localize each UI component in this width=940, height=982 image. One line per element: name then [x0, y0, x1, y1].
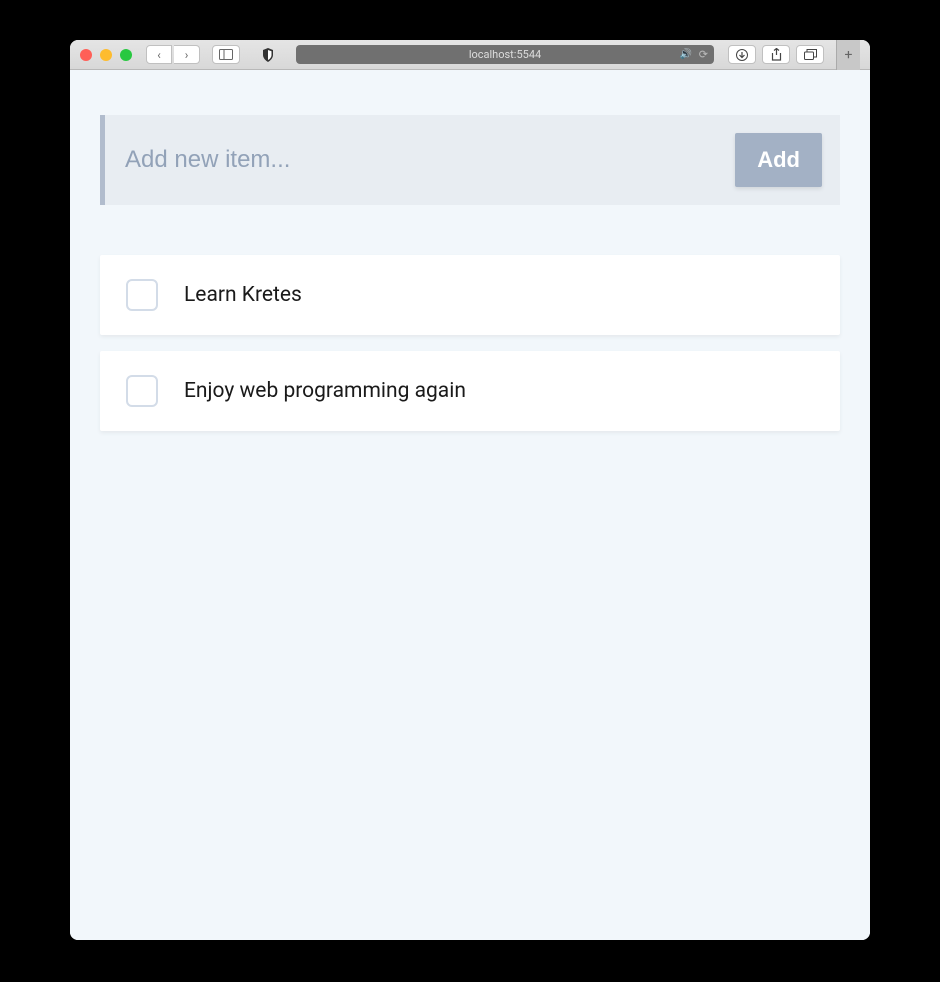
page-content: Add Learn Kretes Enjoy web programming a…	[70, 70, 870, 940]
task-item: Enjoy web programming again	[100, 351, 840, 431]
task-checkbox[interactable]	[126, 375, 158, 407]
share-icon	[771, 48, 782, 61]
sidebar-icon	[219, 49, 233, 60]
sound-icon[interactable]: 🔊	[680, 49, 692, 60]
window-minimize-button[interactable]	[100, 49, 112, 61]
plus-icon: +	[845, 47, 853, 63]
download-icon	[736, 49, 748, 61]
sidebar-toggle-button[interactable]	[212, 45, 240, 64]
add-item-input[interactable]	[125, 146, 723, 174]
nav-buttons: ‹ ›	[146, 45, 200, 64]
tabs-button[interactable]	[796, 45, 824, 64]
task-list: Learn Kretes Enjoy web programming again	[100, 255, 840, 431]
shield-icon	[262, 48, 274, 62]
back-button[interactable]: ‹	[146, 45, 172, 64]
chevron-left-icon: ‹	[157, 48, 161, 62]
window-controls	[80, 49, 132, 61]
task-text: Learn Kretes	[184, 283, 302, 307]
downloads-button[interactable]	[728, 45, 756, 64]
new-tab-button[interactable]: +	[836, 40, 860, 70]
chevron-right-icon: ›	[185, 48, 189, 62]
toolbar-right	[728, 45, 824, 64]
share-button[interactable]	[762, 45, 790, 64]
privacy-shield-button[interactable]	[254, 45, 282, 64]
address-bar[interactable]: localhost:5544 🔊 ⟳	[296, 45, 714, 64]
tabs-icon	[804, 49, 817, 60]
window-close-button[interactable]	[80, 49, 92, 61]
add-item-form: Add	[100, 115, 840, 205]
add-button[interactable]: Add	[735, 133, 822, 187]
url-text: localhost:5544	[469, 48, 541, 61]
forward-button[interactable]: ›	[174, 45, 200, 64]
task-text: Enjoy web programming again	[184, 379, 466, 403]
browser-toolbar: ‹ › localhost:5544 🔊 ⟳	[70, 40, 870, 70]
window-maximize-button[interactable]	[120, 49, 132, 61]
task-checkbox[interactable]	[126, 279, 158, 311]
task-item: Learn Kretes	[100, 255, 840, 335]
refresh-icon[interactable]: ⟳	[699, 48, 708, 61]
browser-window: ‹ › localhost:5544 🔊 ⟳	[70, 40, 870, 940]
